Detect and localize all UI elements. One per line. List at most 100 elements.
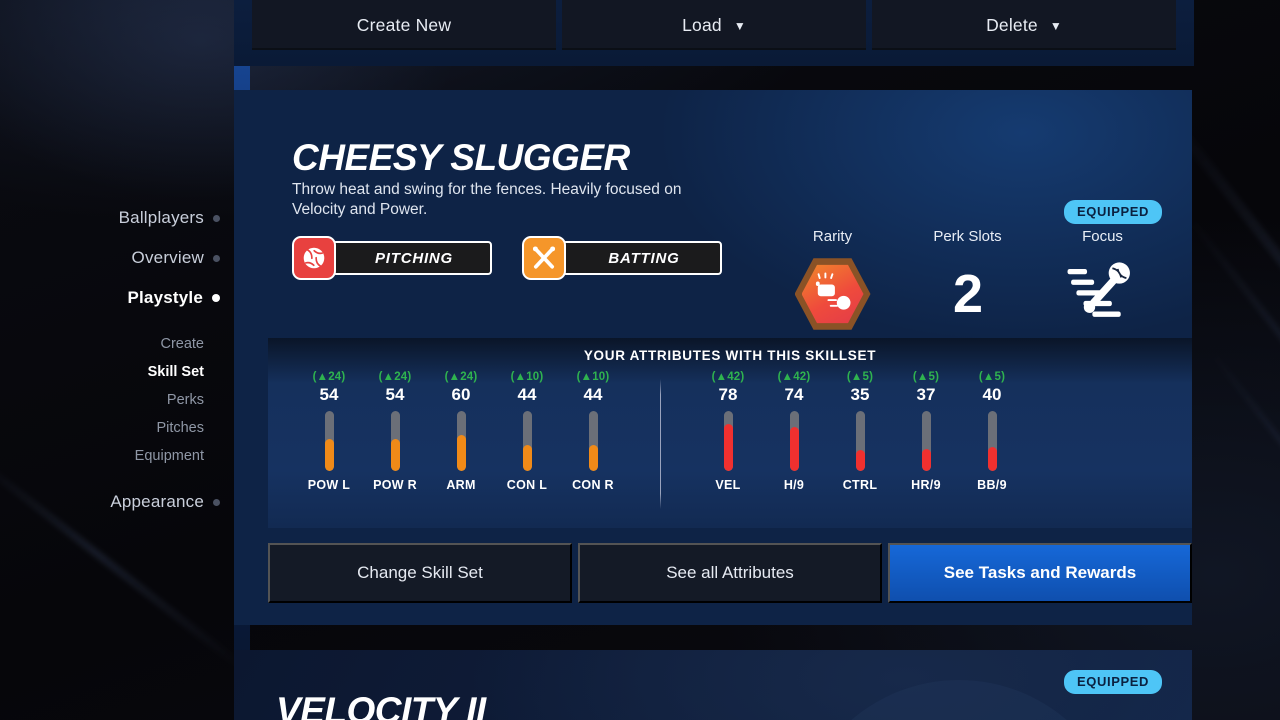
attribute-bar-track (987, 411, 997, 471)
attribute-value: 74 (784, 385, 804, 404)
delete-button[interactable]: Delete ▼ (872, 0, 1176, 50)
attribute-delta: (▲24) (312, 371, 346, 383)
sidebar-item-playstyle[interactable]: Playstyle (0, 278, 220, 318)
attribute-value: 37 (916, 385, 936, 404)
attribute-label: POW R (373, 478, 417, 492)
delete-label: Delete (986, 14, 1038, 35)
attribute-value: 44 (583, 385, 603, 404)
sidebar-item-perks[interactable]: Perks (0, 386, 220, 414)
content-column: Create New Load ▼ Delete ▼ EQUIPPED CHEE… (234, 0, 1194, 720)
attribute-column: (▲5) 35 CTRL (827, 371, 893, 509)
rarity-hex-icon (794, 256, 871, 332)
create-new-button[interactable]: Create New (252, 0, 556, 50)
page-title: CHEESY SLUGGER (292, 137, 630, 178)
button-label: Change Skill Set (357, 563, 483, 582)
sidebar-item-label: Pitches (156, 420, 204, 436)
attribute-bar-track (522, 411, 532, 471)
sidebar-item-label: Skill Set (147, 364, 204, 380)
attributes-panel: YOUR ATTRIBUTES WITH THIS SKILLSET (▲24)… (268, 338, 1192, 528)
attribute-bar-fill (390, 438, 400, 471)
attribute-bar-fill (456, 435, 466, 471)
attribute-label: BB/9 (977, 478, 1007, 492)
attribute-label: CON R (572, 478, 614, 492)
sidebar-item-label: Ballplayers (118, 208, 204, 227)
perk-card-velocity[interactable]: EQUIPPED VELOCITY II (234, 650, 1192, 720)
attribute-delta: (▲24) (444, 371, 478, 383)
sidebar-item-label: Appearance (110, 492, 204, 511)
perk-slots-label: Perk Slots (933, 228, 1002, 245)
badge-batting-label: BATTING (562, 241, 722, 275)
attribute-column: (▲10) 44 CON R (560, 371, 626, 509)
attribute-delta: (▲24) (378, 371, 412, 383)
attribute-value: 60 (451, 385, 471, 404)
attribute-bar-fill (987, 447, 997, 471)
attribute-value: 54 (319, 385, 339, 404)
attribute-delta: (▲5) (912, 371, 940, 383)
sidebar-item-ballplayers[interactable]: Ballplayers (0, 198, 220, 238)
attribute-delta: (▲5) (978, 371, 1006, 383)
sidebar-item-skill-set[interactable]: Skill Set (0, 358, 220, 386)
attribute-column: (▲24) 60 ARM (428, 371, 494, 509)
background-streak (1210, 351, 1280, 695)
button-label: See all Attributes (666, 563, 794, 582)
attribute-column: (▲10) 44 CON L (494, 371, 560, 509)
attribute-label: CON L (506, 478, 548, 492)
attribute-value: 40 (982, 385, 1002, 404)
attribute-column: (▲5) 40 BB/9 (959, 371, 1025, 509)
attribute-column: (▲24) 54 POW R (362, 371, 428, 509)
attribute-bar-fill (522, 444, 532, 471)
attribute-label: HR/9 (911, 478, 941, 492)
see-tasks-and-rewards-button[interactable]: See Tasks and Rewards (888, 543, 1192, 603)
attribute-label: POW L (307, 478, 351, 492)
attribute-bar-fill (855, 450, 865, 471)
sidebar-item-appearance[interactable]: Appearance (0, 482, 220, 522)
sidebar-item-equipment[interactable]: Equipment (0, 442, 220, 470)
sidebar-bullet-icon (212, 294, 220, 302)
perk-card-title: VELOCITY II (276, 690, 486, 720)
attribute-bars: (▲24) 54 POW L (▲24) 54 POW R (▲24) 60 ARM (▲10) 4… (268, 371, 1192, 509)
sidebar-item-pitches[interactable]: Pitches (0, 414, 220, 442)
change-skill-set-button[interactable]: Change Skill Set (268, 543, 572, 603)
attribute-bar-track (723, 411, 733, 471)
attribute-bar-track (921, 411, 931, 471)
chevron-down-icon: ▼ (1049, 19, 1062, 33)
baseball-icon (292, 236, 336, 280)
attribute-bar-track (324, 411, 334, 471)
attribute-bar-track (855, 411, 865, 471)
sidebar-item-label: Overview (131, 248, 204, 267)
chevron-down-icon: ▼ (733, 19, 746, 33)
attribute-delta: (▲42) (777, 371, 811, 383)
card-description: Throw heat and swing for the fences. Hea… (292, 181, 682, 219)
attribute-bar-fill (324, 438, 334, 471)
sidebar-item-create[interactable]: Create (0, 330, 220, 358)
attribute-column: (▲42) 74 H/9 (761, 371, 827, 509)
status-badge: EQUIPPED (1064, 670, 1162, 694)
card-actions: Change Skill Set See all Attributes See Ta… (268, 543, 1192, 603)
toolbar: Create New Load ▼ Delete ▼ (234, 0, 1194, 66)
status-badge: EQUIPPED (1064, 200, 1162, 224)
attribute-bar-track (588, 411, 598, 471)
sidebar-item-overview[interactable]: Overview (0, 238, 220, 278)
sidebar-item-label: Perks (166, 392, 204, 408)
attribute-column: (▲24) 54 POW L (296, 371, 362, 509)
see-all-attributes-button[interactable]: See all Attributes (578, 543, 882, 603)
attribute-bar-track (456, 411, 466, 471)
category-badges: PITCHING BATTING (292, 236, 722, 280)
sidebar: Ballplayers Overview Playstyle Create Skill … (0, 0, 234, 720)
skillset-card[interactable]: EQUIPPED CHEESY SLUGGER Throw heat and s… (234, 90, 1192, 625)
attribute-delta: (▲10) (510, 371, 544, 383)
load-button[interactable]: Load ▼ (562, 0, 866, 50)
attribute-label: H/9 (783, 478, 805, 492)
attribute-delta: (▲10) (576, 371, 610, 383)
button-label: See Tasks and Rewards (943, 563, 1137, 582)
attribute-bar-track (789, 411, 799, 471)
attribute-bar-track (390, 411, 400, 471)
attribute-value: 54 (385, 385, 405, 404)
load-label: Load (682, 14, 722, 35)
sidebar-bullet-icon (213, 254, 220, 262)
badge-pitching: PITCHING (292, 236, 492, 280)
bar-group-pitching: (▲42) 78 VEL (▲42) 74 H/9 (▲5) 35 CTRL (▲5) 37 HR/9… (695, 371, 1025, 509)
badge-batting: BATTING (522, 236, 722, 280)
attribute-bar-fill (789, 426, 799, 471)
rarity-label: Rarity (812, 228, 853, 245)
